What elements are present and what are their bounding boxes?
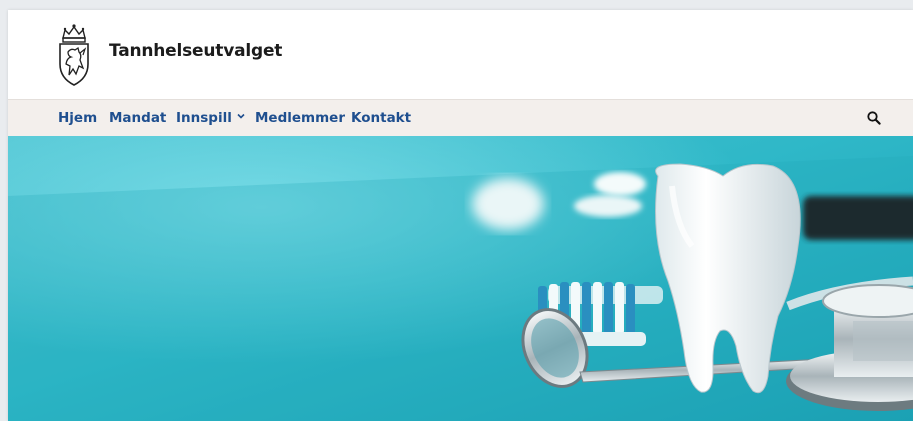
hero-image <box>8 136 913 421</box>
nav-item-innspill-label: Innspill <box>176 110 232 126</box>
site-logo[interactable] <box>54 22 94 88</box>
nav-item-kontakt[interactable]: Kontakt <box>351 110 411 126</box>
site-header: Tannhelseutvalget <box>8 10 913 99</box>
nav-item-medlemmer[interactable]: Medlemmer <box>255 110 345 126</box>
nav-item-innspill[interactable]: Innspill <box>176 110 245 126</box>
search-icon[interactable] <box>866 110 882 126</box>
norwegian-coat-of-arms-icon <box>59 24 89 86</box>
page-frame: Tannhelseutvalget Hjem Mandat Innspill M… <box>8 10 913 421</box>
nav-item-mandat[interactable]: Mandat <box>109 110 166 126</box>
dental-hero-illustration <box>8 136 913 421</box>
site-title[interactable]: Tannhelseutvalget <box>109 41 282 61</box>
chevron-down-icon <box>237 113 245 119</box>
main-navigation: Hjem Mandat Innspill Medlemmer Kontakt <box>8 99 913 136</box>
nav-item-hjem[interactable]: Hjem <box>58 110 97 126</box>
